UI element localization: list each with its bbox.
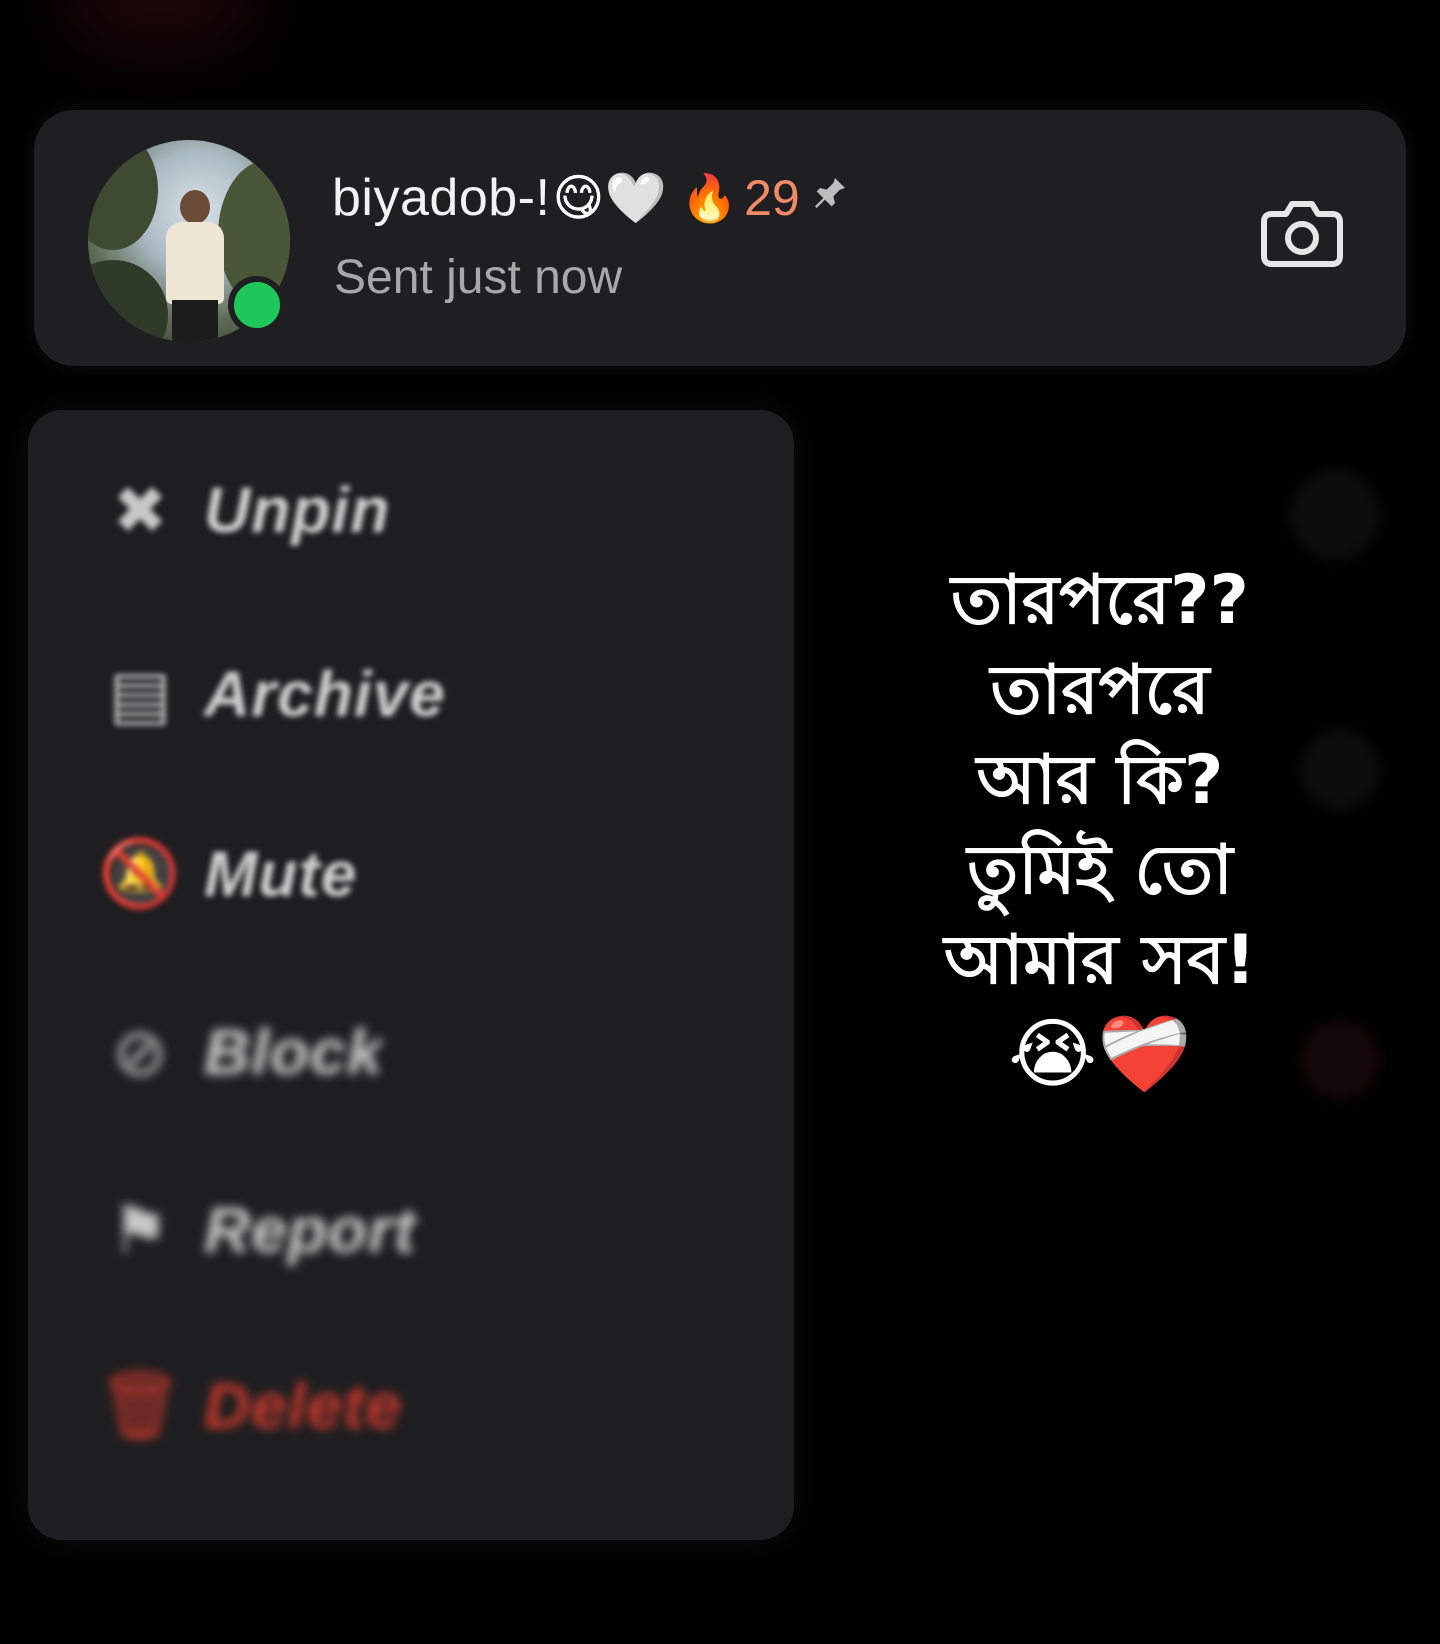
archive-icon: ▤: [108, 656, 172, 731]
menu-item-block[interactable]: ⊘ Block: [100, 1012, 383, 1092]
caption-line: তারপরে: [990, 651, 1210, 730]
delete-icon: 🗑: [98, 1368, 182, 1442]
caption-line: আর কি?: [976, 741, 1224, 820]
overlay-caption: তারপরে?? তারপরে আর কি? তুমিই তো আমার সব!…: [880, 556, 1320, 1102]
menu-label-unpin: Unpin: [204, 474, 391, 546]
menu-item-unpin[interactable]: ✖ Unpin: [100, 470, 390, 550]
username-row: biyadob-! 😋🤍 🔥 29: [332, 168, 850, 228]
camera-icon: [1261, 201, 1343, 267]
background-blur-shape: [1290, 470, 1380, 560]
fire-icon: 🔥: [680, 171, 739, 224]
menu-item-archive[interactable]: ▤ Archive: [100, 654, 446, 734]
caption-emojis: 😭❤️‍🩹: [1008, 1009, 1192, 1098]
menu-item-report[interactable]: ⚑ Report: [100, 1190, 416, 1270]
menu-label-delete: Delete: [204, 1370, 403, 1442]
name-emojis: 😋🤍: [552, 169, 667, 226]
pin-icon: [810, 173, 850, 223]
streak-count: 29: [744, 170, 800, 226]
caption-line: আমার সব!: [944, 921, 1256, 1000]
background-glow: [60, 0, 260, 60]
caption-line: তারপরে??: [951, 561, 1249, 640]
caption-line: তুমিই তো: [967, 831, 1233, 910]
unpin-icon: ✖: [112, 472, 168, 547]
block-icon: ⊘: [112, 1014, 168, 1089]
menu-label-archive: Archive: [204, 658, 446, 730]
online-status-indicator: [228, 276, 286, 334]
chat-header-card[interactable]: biyadob-! 😋🤍 🔥 29 Sent just now: [34, 110, 1406, 366]
menu-label-mute: Mute: [204, 838, 358, 910]
message-status: Sent just now: [334, 251, 623, 304]
username: biyadob-!: [332, 169, 551, 227]
mute-icon: 🔕: [98, 836, 182, 910]
menu-item-delete[interactable]: 🗑 Delete: [98, 1366, 403, 1446]
context-menu: ✖ Unpin ▤ Archive 🔕 Mute ⊘ Block ⚑ Repor…: [28, 410, 794, 1540]
menu-item-mute[interactable]: 🔕 Mute: [98, 834, 358, 914]
menu-label-report: Report: [204, 1194, 417, 1266]
camera-button[interactable]: [1260, 196, 1344, 268]
report-icon: ⚑: [110, 1192, 170, 1267]
menu-label-block: Block: [204, 1016, 384, 1088]
